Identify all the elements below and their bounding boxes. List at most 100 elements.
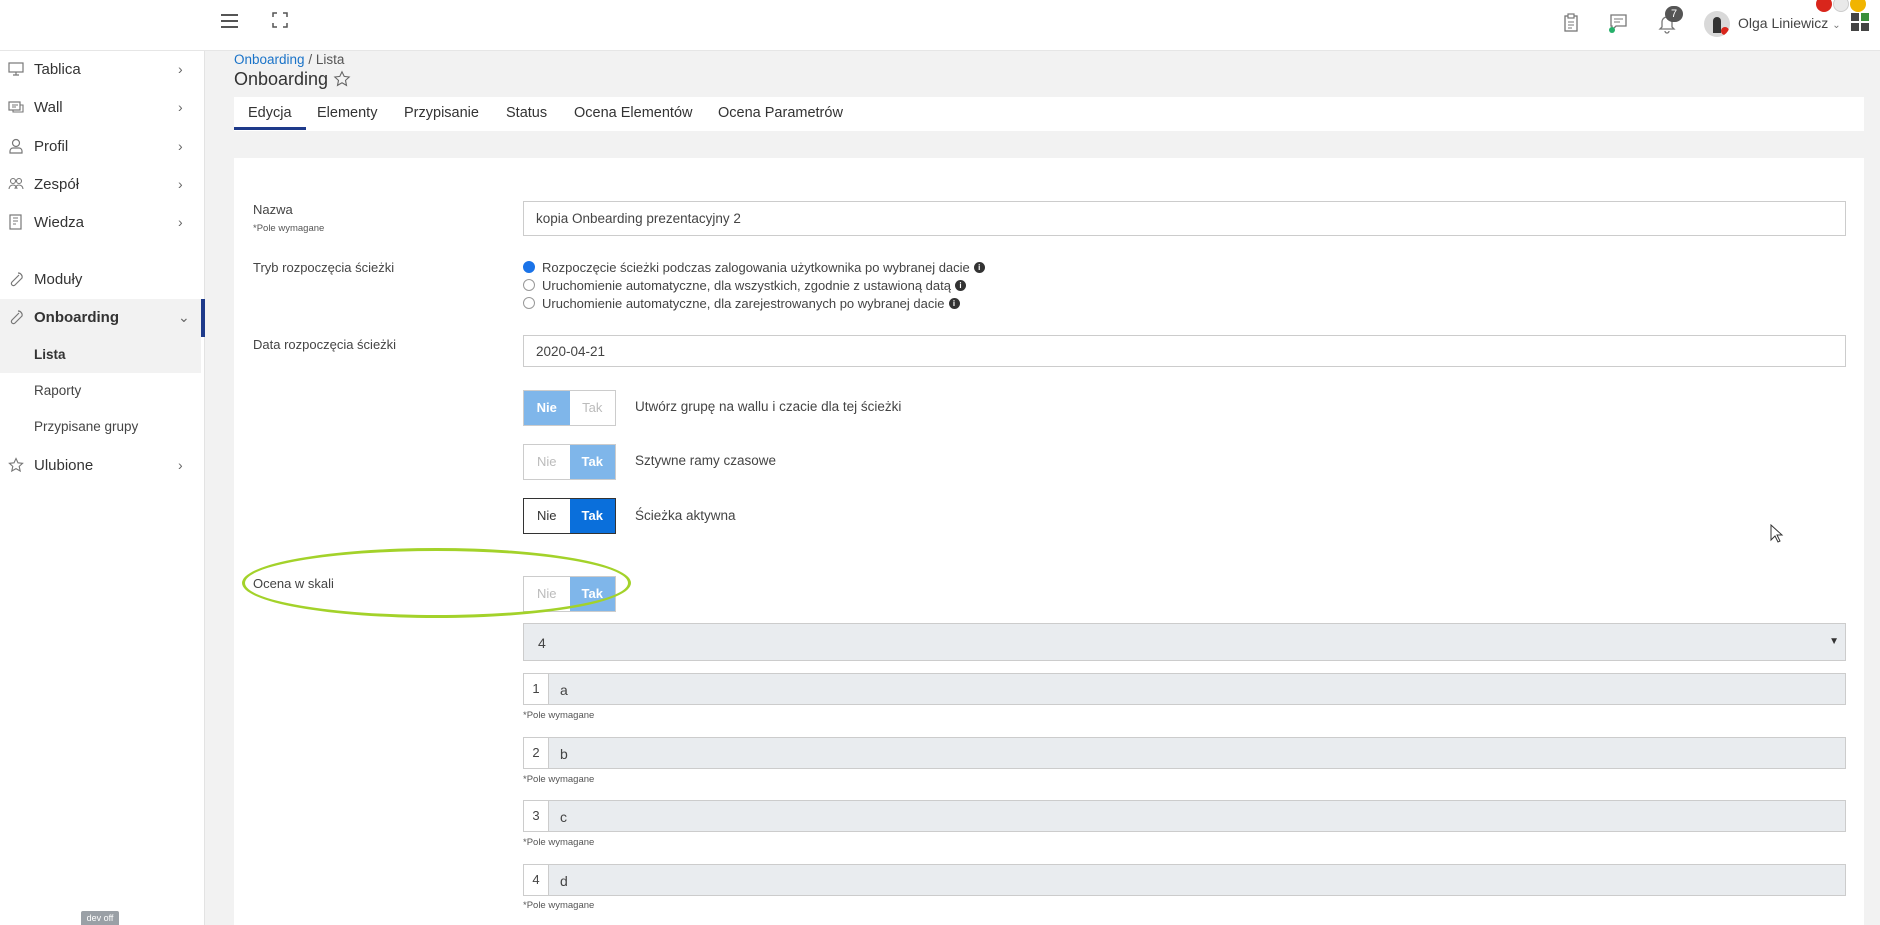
sidebar-item-wall[interactable]: Wall › [0,89,205,127]
breadcrumb-current: Lista [315,52,345,67]
tab-ocena-parametrow[interactable]: Ocena Parametrów [718,105,843,121]
breadcrumb-link[interactable]: Onboarding [234,52,305,67]
scale-row-value: a [560,682,568,698]
fullscreen-icon[interactable] [272,12,288,28]
radio-icon[interactable] [523,279,535,291]
sidebar-item-label: Tablica [34,61,81,78]
rigid-time-toggle[interactable]: Nie Tak [523,444,616,480]
breadcrumb: Onboarding / Lista [234,52,344,67]
sidebar-item-label: Onboarding [34,309,119,326]
chat-icon[interactable] [1607,12,1629,34]
required-note: *Pole wymagane [523,774,595,785]
highlight-annotation [242,548,631,618]
toggle-yes[interactable]: Tak [569,499,615,533]
group-toggle[interactable]: Nie Tak [523,390,616,426]
required-note: *Pole wymagane [523,900,595,911]
top-bar: 7 Olga Liniewicz ⌄ [0,0,1880,51]
scale-row-4[interactable]: 4 d [523,864,1846,896]
clipboard-icon[interactable] [1560,12,1582,34]
menu-icon[interactable] [221,14,238,28]
radio-selected-icon[interactable] [523,261,535,273]
apps-icon[interactable] [1851,13,1869,31]
sidebar-item-label: Wall [34,99,63,116]
avatar[interactable] [1704,11,1730,37]
start-mode-option-3[interactable]: Uruchomienie automatyczne, dla zarejestr… [523,294,960,312]
sidebar-item-wiedza[interactable]: Wiedza › [0,204,205,242]
sidebar-subitem-przypisane-grupy[interactable]: Przypisane grupy [0,409,201,445]
chevron-right-icon: › [178,214,183,230]
rigid-time-toggle-label: Sztywne ramy czasowe [635,453,777,468]
sidebar-item-label: Wiedza [34,214,85,231]
active-path-toggle[interactable]: Nie Tak [523,498,616,534]
sidebar-subitem-lista[interactable]: Lista [0,337,201,373]
tab-przypisanie[interactable]: Przypisanie [404,105,479,121]
tab-edycja[interactable]: Edycja [234,105,306,130]
scale-row-2[interactable]: 2 b [523,737,1846,769]
sidebar-item-label: Profil [34,138,69,155]
sidebar-item-tablica[interactable]: Tablica › [0,51,205,89]
active-path-toggle-label: Ścieżka aktywna [635,508,736,523]
tab-status[interactable]: Status [506,105,547,121]
dropdown-arrow-icon: ▼ [1829,636,1839,647]
user-icon [8,138,24,154]
scale-select[interactable]: 4 ▼ [523,623,1846,661]
chevron-down-icon: ⌄ [1832,20,1841,31]
dev-badge: dev off [81,911,119,925]
chevron-right-icon: › [178,99,183,115]
start-mode-label: Tryb rozpoczęcia ścieżki [253,260,395,275]
monitor-icon [8,61,24,77]
wall-icon [8,99,24,115]
info-icon[interactable]: i [973,261,985,273]
chevron-right-icon: › [178,457,183,473]
toggle-no[interactable]: Nie [524,499,570,533]
flag-en-icon[interactable] [1833,0,1849,12]
language-flags[interactable] [1816,0,1880,14]
scale-row-1[interactable]: 1 a [523,673,1846,705]
tab-ocena-elementow[interactable]: Ocena Elementów [574,105,692,121]
sidebar: Tablica › Wall › Profil › Zespół › Wiedz… [0,51,205,925]
toggle-yes[interactable]: Tak [569,445,615,479]
scale-row-number: 2 [524,738,549,768]
info-icon[interactable]: i [948,297,960,309]
tab-bar: Edycja Elementy Przypisanie Status Ocena… [234,97,1864,131]
chevron-right-icon: › [178,176,183,192]
chevron-right-icon: › [178,138,183,154]
sidebar-item-zespol[interactable]: Zespół › [0,166,205,204]
user-menu[interactable]: Olga Liniewicz ⌄ [1738,15,1841,31]
sidebar-subitem-label: Przypisane grupy [34,419,139,434]
book-icon [8,214,24,230]
toggle-no[interactable]: Nie [524,391,570,425]
flag-pl-icon[interactable] [1816,0,1832,12]
sidebar-item-label: Moduły [34,271,83,288]
scale-row-value: c [560,809,567,825]
name-input[interactable]: kopia Onbearding prezentacyjny 2 [523,201,1846,236]
wrench-icon [8,271,24,287]
start-mode-option-1[interactable]: Rozpoczęcie ścieżki podczas zalogowania … [523,258,985,276]
radio-label: Uruchomienie automatyczne, dla wszystkic… [542,277,951,293]
sidebar-item-onboarding[interactable]: Onboarding ⌄ [0,299,205,337]
required-note: *Pole wymagane [253,223,325,234]
sidebar-item-ulubione[interactable]: Ulubione › [0,447,205,485]
sidebar-item-moduly[interactable]: Moduły [0,261,205,299]
start-mode-option-2[interactable]: Uruchomienie automatyczne, dla wszystkic… [523,276,966,294]
date-label: Data rozpoczęcia ścieżki [253,337,397,352]
team-icon [8,176,24,192]
wrench-icon [8,309,24,325]
scale-row-3[interactable]: 3 c [523,800,1846,832]
sidebar-item-profil[interactable]: Profil › [0,128,205,166]
radio-icon[interactable] [523,297,535,309]
favorite-star-icon[interactable] [333,70,351,88]
scale-select-value: 4 [538,635,546,651]
radio-label: Rozpoczęcie ścieżki podczas zalogowania … [542,259,970,275]
group-toggle-label: Utwórz grupę na wallu i czacie dla tej ś… [635,399,902,414]
info-icon[interactable]: i [955,279,966,291]
date-input[interactable]: 2020-04-21 [523,335,1846,367]
chevron-down-icon: ⌄ [178,309,190,325]
sidebar-subitem-label: Raporty [34,383,82,398]
page-title: Onboarding [234,69,329,89]
toggle-yes[interactable]: Tak [569,391,615,425]
toggle-no[interactable]: Nie [524,445,570,479]
flag-de-icon[interactable] [1850,0,1866,12]
sidebar-subitem-raporty[interactable]: Raporty [0,373,201,409]
tab-elementy[interactable]: Elementy [317,105,377,121]
